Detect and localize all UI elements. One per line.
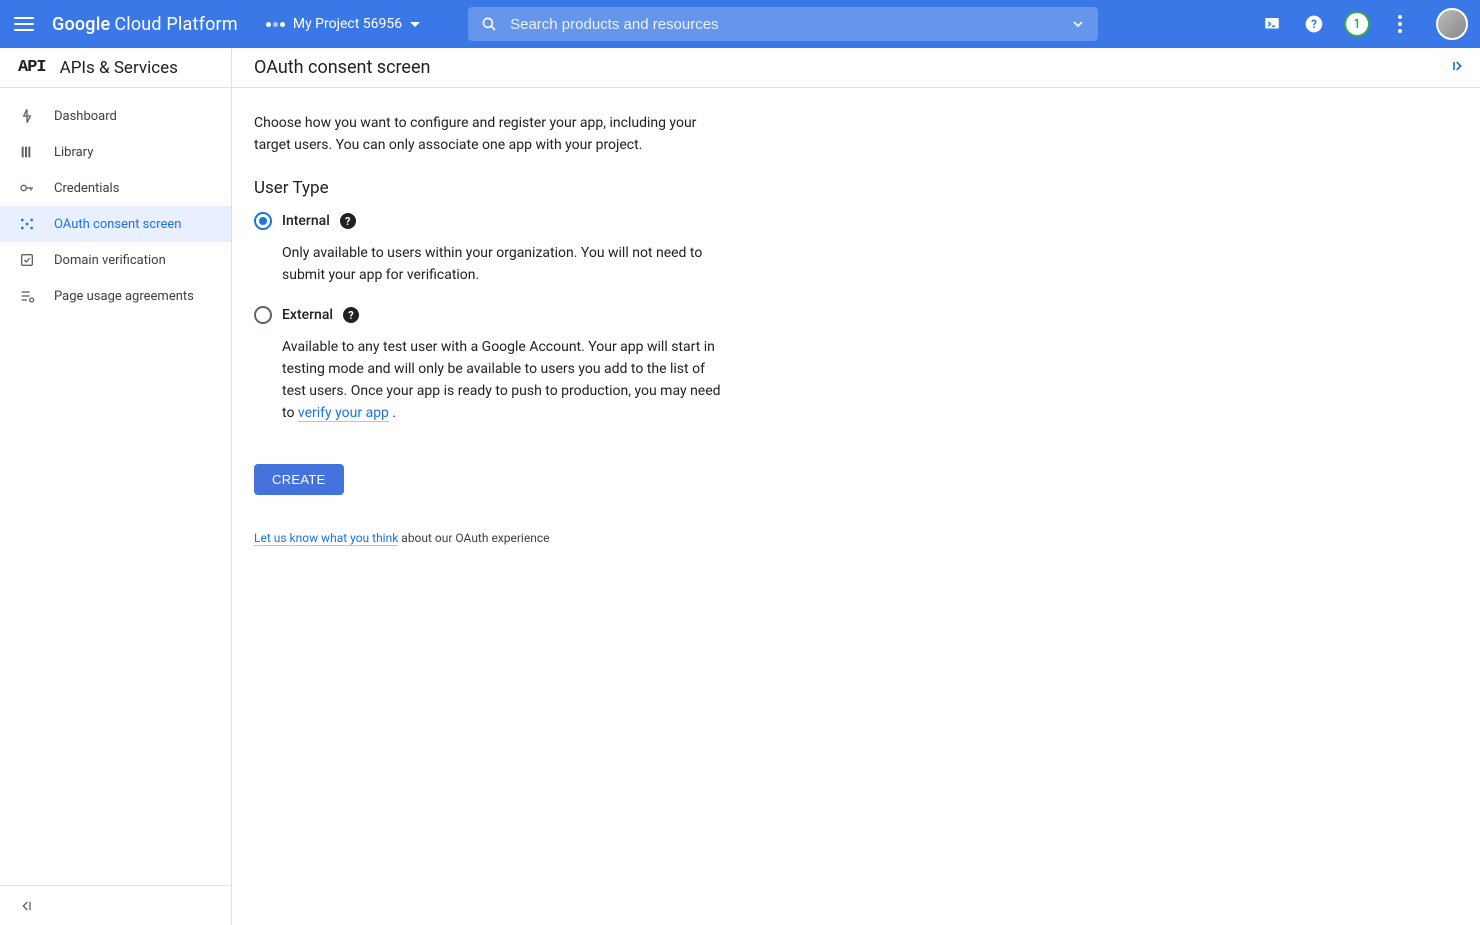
api-icon: API bbox=[18, 58, 46, 77]
search-bar[interactable] bbox=[468, 7, 1098, 41]
intro-text: Choose how you want to configure and reg… bbox=[254, 112, 714, 156]
agreements-icon bbox=[18, 287, 36, 305]
radio-label: External bbox=[282, 307, 333, 323]
section-title: User Type bbox=[254, 178, 970, 198]
help-icon[interactable]: ? bbox=[343, 307, 359, 323]
page-title-bar: OAuth consent screen bbox=[232, 48, 1480, 88]
feedback-rest: about our OAuth experience bbox=[398, 531, 549, 545]
external-description: Available to any test user with a Google… bbox=[282, 336, 722, 424]
sidebar-collapse[interactable] bbox=[0, 885, 231, 925]
user-type-external-radio[interactable]: External ? bbox=[254, 306, 970, 324]
radio-icon bbox=[254, 212, 272, 230]
sidebar-item-domain-verification[interactable]: Domain verification bbox=[0, 242, 231, 278]
sidebar-item-label: Page usage agreements bbox=[54, 289, 194, 304]
account-avatar[interactable] bbox=[1436, 8, 1468, 40]
sidebar-item-label: Library bbox=[54, 145, 93, 160]
feedback-link[interactable]: Let us know what you think bbox=[254, 531, 398, 546]
more-menu-icon[interactable] bbox=[1388, 12, 1412, 36]
project-name: My Project 56956 bbox=[293, 16, 402, 32]
help-icon[interactable]: ? bbox=[340, 213, 356, 229]
verify-icon bbox=[18, 251, 36, 269]
search-icon bbox=[480, 15, 498, 33]
internal-description: Only available to users within your orga… bbox=[282, 242, 722, 286]
library-icon bbox=[18, 143, 36, 161]
verify-app-link[interactable]: verify your app bbox=[298, 405, 389, 422]
project-dots-icon bbox=[266, 22, 285, 27]
page-title: OAuth consent screen bbox=[254, 57, 430, 78]
caret-down-icon bbox=[410, 22, 420, 27]
brand-logo[interactable]: Google Cloud Platform bbox=[52, 14, 238, 35]
notifications-badge[interactable]: 1 bbox=[1344, 11, 1370, 37]
help-icon[interactable]: ? bbox=[1302, 12, 1326, 36]
sidebar-item-label: Credentials bbox=[54, 181, 119, 196]
sidebar-item-dashboard[interactable]: Dashboard bbox=[0, 98, 231, 134]
notification-count: 1 bbox=[1353, 17, 1360, 32]
user-type-internal-radio[interactable]: Internal ? bbox=[254, 212, 970, 230]
project-picker[interactable]: My Project 56956 bbox=[258, 12, 428, 36]
create-button[interactable]: CREATE bbox=[254, 464, 344, 495]
sidebar-item-oauth-consent[interactable]: OAuth consent screen bbox=[0, 206, 231, 242]
brand-bold: Google bbox=[52, 14, 110, 35]
search-input[interactable] bbox=[510, 16, 1058, 33]
sidebar-item-label: Dashboard bbox=[54, 109, 117, 124]
dashboard-icon bbox=[18, 107, 36, 125]
hamburger-icon[interactable] bbox=[12, 12, 36, 36]
sidebar-header: API APIs & Services bbox=[0, 48, 231, 88]
consent-icon bbox=[18, 215, 36, 233]
cloud-shell-icon[interactable] bbox=[1260, 12, 1284, 36]
feedback-line: Let us know what you think about our OAu… bbox=[254, 531, 970, 545]
sidebar-item-label: OAuth consent screen bbox=[54, 217, 181, 232]
sidebar-title: APIs & Services bbox=[60, 58, 178, 78]
key-icon bbox=[18, 179, 36, 197]
sidebar-item-library[interactable]: Library bbox=[0, 134, 231, 170]
info-panel-toggle[interactable] bbox=[1450, 58, 1466, 74]
sidebar-item-label: Domain verification bbox=[54, 253, 166, 268]
sidebar-item-page-usage[interactable]: Page usage agreements bbox=[0, 278, 231, 314]
radio-icon bbox=[254, 306, 272, 324]
sidebar-item-credentials[interactable]: Credentials bbox=[0, 170, 231, 206]
chevron-down-icon[interactable] bbox=[1070, 16, 1086, 32]
brand-rest: Cloud Platform bbox=[114, 14, 238, 35]
external-desc-post: . bbox=[392, 405, 396, 421]
radio-label: Internal bbox=[282, 213, 330, 229]
svg-text:?: ? bbox=[1311, 17, 1317, 31]
